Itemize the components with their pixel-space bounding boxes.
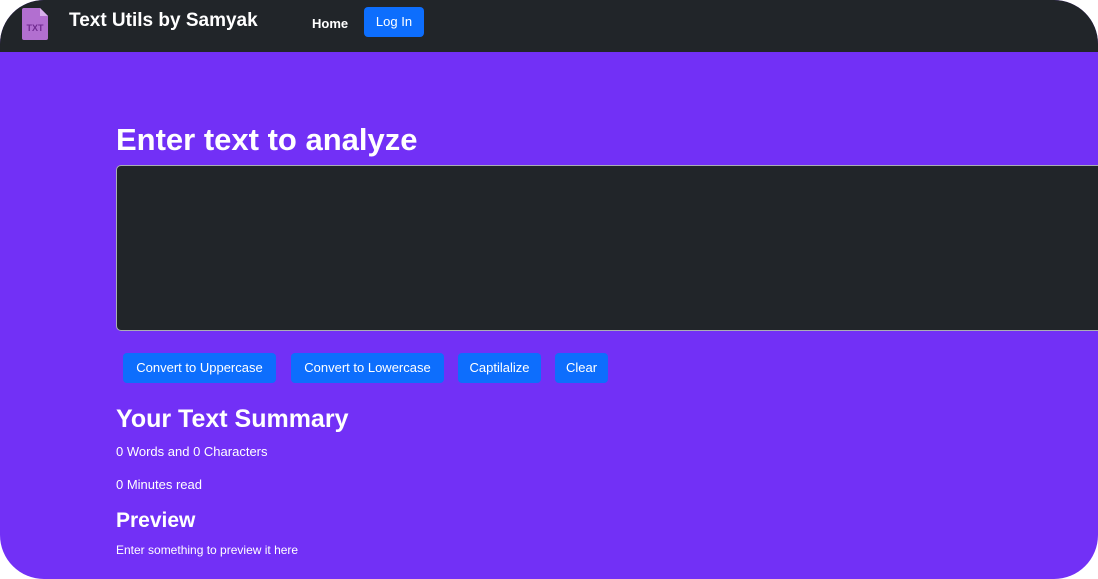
preview-text: Enter something to preview it here <box>116 543 299 557</box>
logo-text: TXT <box>27 23 45 33</box>
text-input[interactable] <box>116 165 1098 331</box>
login-button[interactable]: Log In <box>364 7 424 37</box>
navbar-brand[interactable]: Text Utils by Samyak <box>69 10 258 32</box>
convert-uppercase-button[interactable]: Convert to Uppercase <box>123 353 276 383</box>
nav-link-home[interactable]: Home <box>312 16 348 32</box>
preview-title: Preview <box>116 509 196 532</box>
reading-time: 0 Minutes read <box>116 477 202 492</box>
word-character-count: 0 Words and 0 Characters <box>116 444 268 459</box>
app-window: TXT Text Utils by Samyak Home Log In Ent… <box>0 0 1098 579</box>
capitalize-button[interactable]: Captilalize <box>458 353 541 383</box>
summary-title: Your Text Summary <box>116 405 349 433</box>
page-heading: Enter text to analyze <box>116 122 418 157</box>
navbar: TXT Text Utils by Samyak Home Log In <box>0 0 1098 52</box>
clear-button[interactable]: Clear <box>555 353 608 383</box>
txt-file-icon[interactable]: TXT <box>22 8 48 40</box>
convert-lowercase-button[interactable]: Convert to Lowercase <box>291 353 444 383</box>
